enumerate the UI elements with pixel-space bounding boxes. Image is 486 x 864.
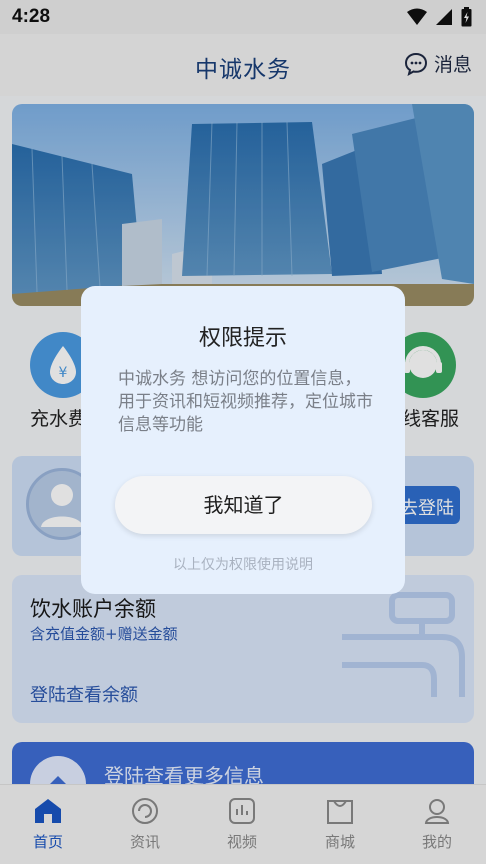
permission-dialog: 权限提示 中诚水务 想访问您的位置信息，用于资讯和短视频推荐，定位城市信息等功能… — [81, 286, 405, 594]
dialog-note: 以上仅为权限使用说明 — [173, 557, 313, 573]
acknowledge-button[interactable]: 我知道了 — [115, 476, 372, 534]
dialog-title: 权限提示 — [198, 326, 287, 351]
dialog-message: 中诚水务 想访问您的位置信息，用于资讯和短视频推荐，定位城市信息等功能 — [118, 369, 373, 435]
